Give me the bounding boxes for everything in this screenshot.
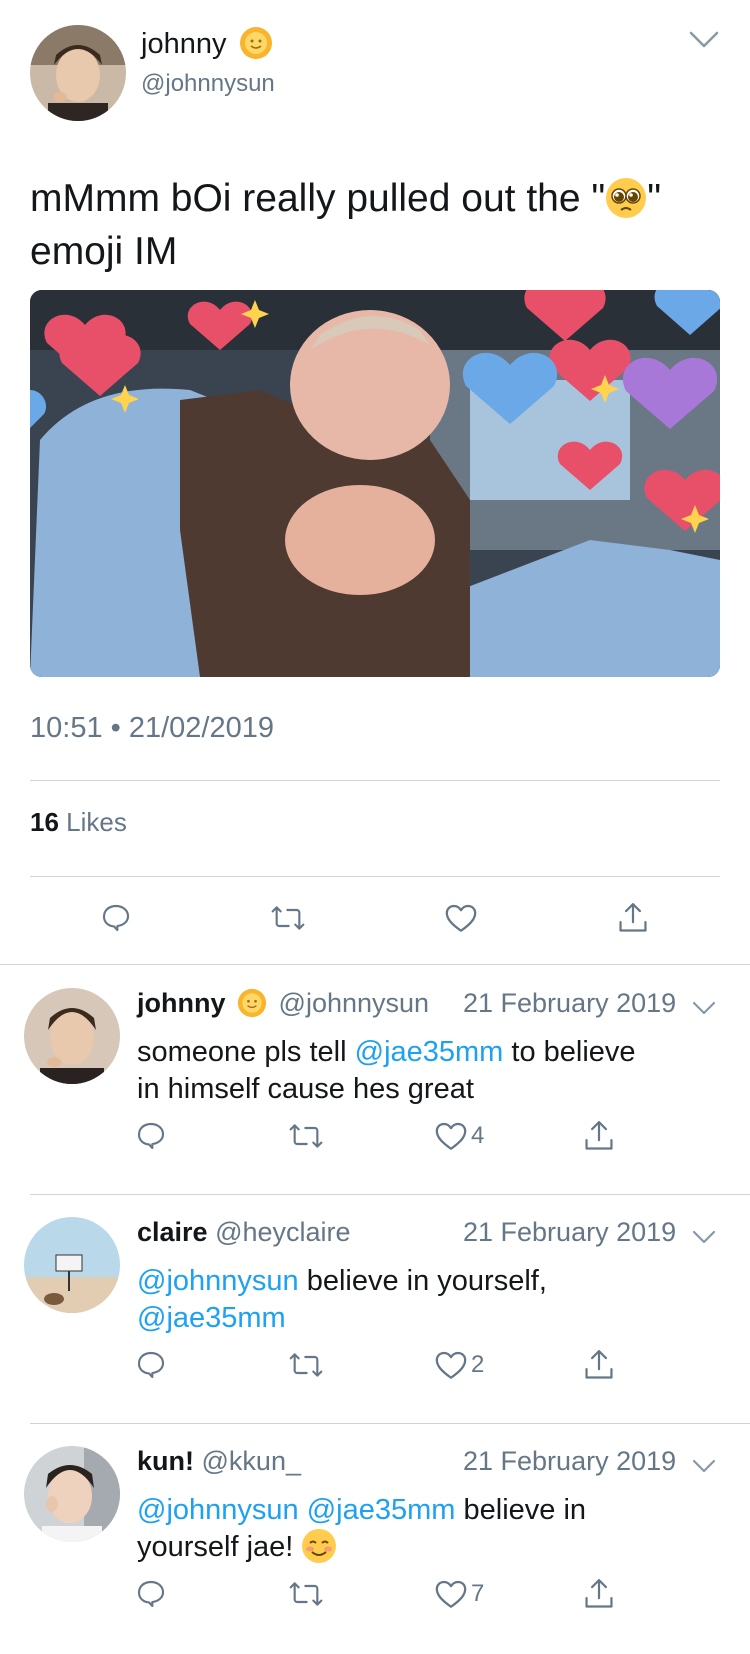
- reply-tweet[interactable]: kun! @kkun_ 21 February 2019 @johnnysun …: [0, 1424, 750, 1654]
- chevron-down-icon[interactable]: [688, 30, 720, 50]
- main-tweet: johnny @johnnysun mMmm bOi really pulled…: [0, 0, 750, 964]
- reply-header: kun! @kkun_: [137, 1446, 301, 1477]
- tweet-text-part-1: mMmm bOi really pulled out the ": [30, 177, 606, 220]
- like-count: 4: [471, 1122, 485, 1149]
- mention-link[interactable]: @jae35mm: [307, 1494, 456, 1526]
- share-button[interactable]: [582, 1347, 616, 1383]
- author-avatar[interactable]: [30, 25, 126, 121]
- reply-text: someone pls tell @jae35mm to believe in …: [137, 1034, 727, 1108]
- divider: [0, 964, 750, 965]
- reply-icon: [137, 1122, 165, 1150]
- tweet-text: mMmm bOi really pulled out the " " emoji…: [30, 172, 730, 278]
- tweet-timestamp[interactable]: 10:51 • 21/02/2019: [30, 712, 274, 745]
- share-icon: [585, 1579, 613, 1608]
- reply-icon: [102, 904, 130, 932]
- like-button[interactable]: 4: [434, 1120, 484, 1152]
- tweet-text-line-2: emoji IM: [30, 230, 178, 273]
- mention-link[interactable]: @johnnysun: [137, 1494, 299, 1526]
- share-icon: [619, 903, 647, 932]
- reply-author-name[interactable]: claire: [137, 1217, 208, 1247]
- author-name-row: johnny: [141, 27, 273, 61]
- reply-button[interactable]: [135, 1120, 167, 1152]
- reply-text: @johnnysun @jae35mm believe in yourself …: [137, 1492, 727, 1566]
- reply-author-name[interactable]: kun!: [137, 1446, 194, 1476]
- retweet-icon: [289, 1582, 323, 1606]
- reply-button[interactable]: [135, 1578, 167, 1610]
- reply-text: @johnnysun believe in yourself, @jae35mm: [137, 1263, 727, 1337]
- reply-icon: [137, 1351, 165, 1379]
- likes-label: Likes: [66, 807, 127, 837]
- like-count: 2: [471, 1351, 485, 1378]
- retweet-icon: [271, 906, 305, 930]
- retweet-icon: [289, 1353, 323, 1377]
- likes-count-row[interactable]: 16 Likes: [30, 807, 127, 838]
- reply-header: johnny @johnnysun: [137, 988, 429, 1019]
- reply-tweet[interactable]: claire @heyclaire 21 February 2019 @john…: [0, 1195, 750, 1423]
- share-button[interactable]: [582, 1576, 616, 1612]
- like-count: 7: [471, 1580, 485, 1607]
- reply-date[interactable]: 21 February 2019: [463, 988, 676, 1019]
- reply-author-handle[interactable]: @johnnysun: [279, 988, 430, 1018]
- share-button[interactable]: [616, 900, 650, 936]
- retweet-button[interactable]: [270, 902, 306, 934]
- likes-count: 16: [30, 807, 59, 837]
- smiling-face-emoji-icon: [302, 1529, 337, 1564]
- reply-text-segment: [299, 1494, 307, 1526]
- reply-text-line-2: in himself cause hes great: [137, 1073, 474, 1105]
- tweet-media[interactable]: [30, 290, 720, 677]
- reply-author-handle[interactable]: @heyclaire: [215, 1217, 350, 1247]
- heart-icon: [445, 904, 477, 932]
- heart-icon: [435, 1351, 467, 1379]
- chevron-down-icon[interactable]: [692, 1458, 716, 1474]
- reply-avatar[interactable]: [24, 1446, 120, 1542]
- share-icon: [585, 1121, 613, 1150]
- reply-author-name[interactable]: johnny: [137, 988, 226, 1018]
- sun-with-face-emoji-icon: [239, 27, 272, 60]
- divider: [30, 780, 720, 781]
- reply-author-handle[interactable]: @kkun_: [202, 1446, 301, 1476]
- like-button[interactable]: 2: [434, 1349, 484, 1381]
- heart-icon: [435, 1580, 467, 1608]
- mention-link[interactable]: @jae35mm: [355, 1036, 504, 1068]
- chevron-down-icon[interactable]: [692, 1000, 716, 1016]
- reply-text-segment: believe in: [455, 1494, 587, 1526]
- share-button[interactable]: [582, 1118, 616, 1154]
- mention-link[interactable]: @johnnysun: [137, 1265, 299, 1297]
- pleading-face-emoji-icon: [606, 177, 647, 218]
- retweet-icon: [289, 1124, 323, 1148]
- reply-header: claire @heyclaire: [137, 1217, 351, 1248]
- retweet-button[interactable]: [288, 1349, 324, 1381]
- reply-text-segment: believe in yourself,: [298, 1265, 547, 1297]
- reply-text-segment: someone pls tell: [137, 1036, 355, 1068]
- reply-avatar[interactable]: [24, 1217, 120, 1313]
- media-image: [30, 290, 720, 677]
- chevron-down-icon[interactable]: [692, 1229, 716, 1245]
- author-name[interactable]: johnny: [141, 28, 226, 60]
- reply-date[interactable]: 21 February 2019: [463, 1217, 676, 1248]
- reply-avatar[interactable]: [24, 988, 120, 1084]
- share-icon: [585, 1350, 613, 1379]
- like-button[interactable]: 7: [434, 1578, 484, 1610]
- sun-with-face-emoji-icon: [237, 988, 267, 1017]
- reply-tweet[interactable]: johnny @johnnysun 21 February 2019 someo…: [0, 966, 750, 1194]
- retweet-button[interactable]: [288, 1578, 324, 1610]
- reply-button[interactable]: [135, 1349, 167, 1381]
- reply-text-line-2: yourself jae!: [137, 1531, 302, 1563]
- reply-date[interactable]: 21 February 2019: [463, 1446, 676, 1477]
- reply-icon: [137, 1580, 165, 1608]
- reply-button[interactable]: [100, 902, 132, 934]
- reply-text-segment: to believe: [503, 1036, 636, 1068]
- author-handle[interactable]: @johnnysun: [141, 70, 275, 98]
- heart-icon: [435, 1122, 467, 1150]
- like-button[interactable]: [444, 902, 478, 934]
- tweet-text-part-2: ": [647, 177, 662, 220]
- divider: [30, 876, 720, 877]
- mention-link[interactable]: @jae35mm: [137, 1302, 286, 1334]
- retweet-button[interactable]: [288, 1120, 324, 1152]
